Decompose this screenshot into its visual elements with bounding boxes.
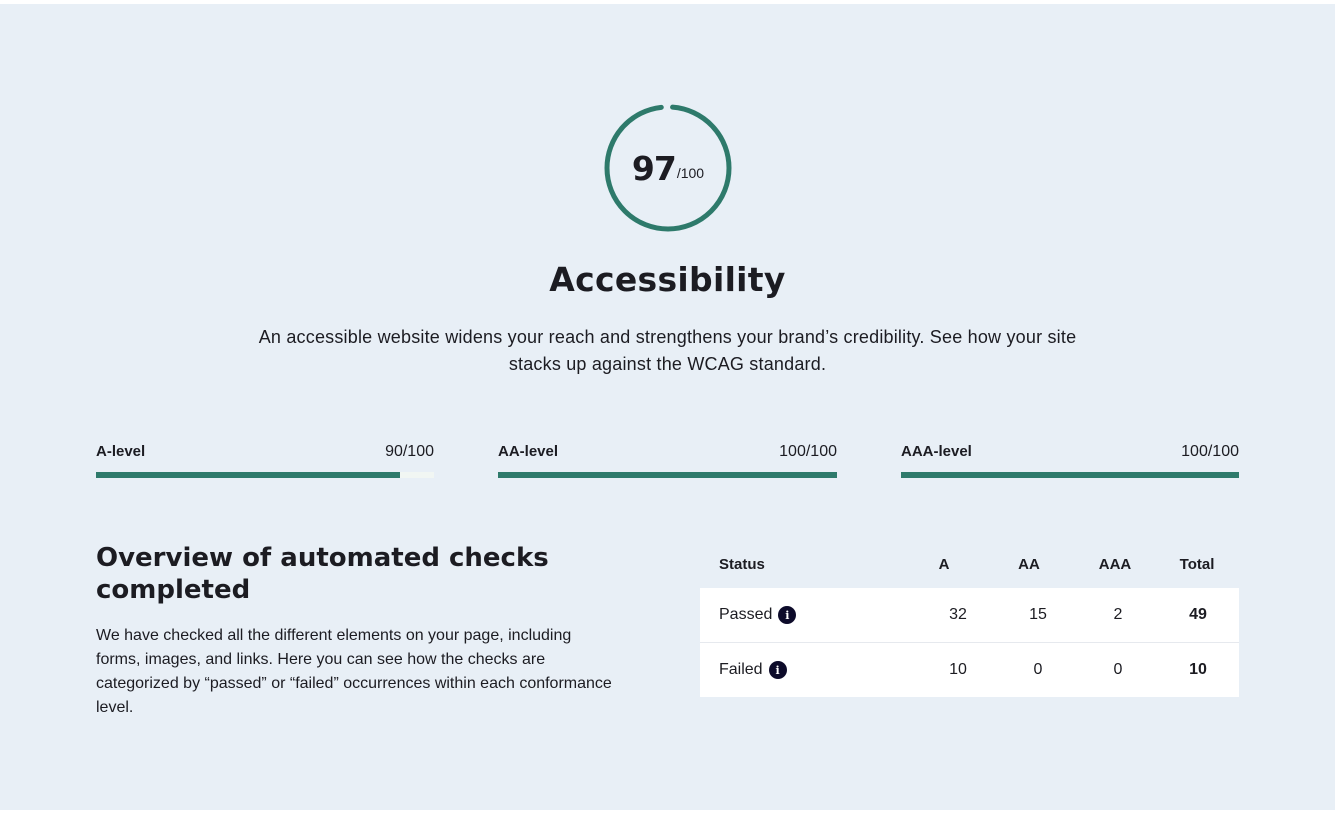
header-aa: AA bbox=[1018, 556, 1040, 573]
cell-aaa: 0 bbox=[1113, 661, 1123, 678]
cell-total: 10 bbox=[1189, 661, 1207, 678]
cell-a: 10 bbox=[949, 661, 967, 678]
score-max: /100 bbox=[676, 165, 705, 181]
level-aaa-name: AAA-level bbox=[901, 443, 972, 460]
score-gauge: 97 /100 bbox=[601, 101, 735, 235]
level-a-score: 90/100 bbox=[385, 443, 434, 460]
cell-aa: 15 bbox=[1029, 606, 1047, 623]
table-row-failed: Failed i 10 0 0 10 bbox=[700, 642, 1239, 697]
status-label: Failed bbox=[719, 661, 763, 678]
status-label: Passed bbox=[719, 606, 773, 623]
level-aaa-score: 100/100 bbox=[1181, 443, 1239, 460]
header-a: A bbox=[938, 556, 950, 573]
level-aaa-progress-track bbox=[901, 472, 1239, 478]
level-a-progress-track bbox=[96, 472, 434, 478]
page-description: An accessible website widens your reach … bbox=[258, 327, 1077, 374]
cell-a: 32 bbox=[949, 606, 967, 623]
checks-table: Status A AA AAA Total Passed i 32 15 2 4… bbox=[700, 544, 1239, 697]
level-aa: AA-level 100/100 bbox=[498, 443, 837, 483]
overview-description: We have checked all the different elemen… bbox=[96, 627, 612, 716]
table-row-passed: Passed i 32 15 2 49 bbox=[700, 588, 1239, 642]
status-cell: Failed i bbox=[719, 661, 787, 679]
level-a: A-level 90/100 bbox=[96, 443, 434, 483]
accessibility-panel: 97 /100 Accessibility An accessible webs… bbox=[0, 4, 1335, 810]
header-total: Total bbox=[1179, 556, 1215, 573]
score-readout: 97 /100 bbox=[601, 101, 735, 235]
level-aa-progress-fill bbox=[498, 472, 837, 478]
info-icon[interactable]: i bbox=[778, 606, 797, 624]
level-aaa: AAA-level 100/100 bbox=[901, 443, 1239, 483]
score-value: 97 bbox=[631, 148, 677, 188]
level-aaa-progress-fill bbox=[901, 472, 1239, 478]
level-a-progress-fill bbox=[96, 472, 401, 478]
page-title: Accessibility bbox=[549, 260, 786, 299]
cell-aaa: 2 bbox=[1113, 606, 1123, 623]
overview-title: Overview of automated checks completed bbox=[96, 543, 549, 605]
header-status: Status bbox=[719, 556, 765, 573]
level-aa-progress-track bbox=[498, 472, 837, 478]
info-icon[interactable]: i bbox=[768, 661, 787, 679]
level-a-name: A-level bbox=[96, 443, 146, 460]
level-aa-name: AA-level bbox=[498, 443, 559, 460]
cell-total: 49 bbox=[1189, 606, 1207, 623]
header-aaa: AAA bbox=[1098, 556, 1132, 573]
level-aa-score: 100/100 bbox=[779, 443, 837, 460]
cell-aa: 0 bbox=[1033, 661, 1043, 678]
status-cell: Passed i bbox=[719, 606, 797, 624]
checks-table-header: Status A AA AAA Total bbox=[700, 544, 1239, 588]
